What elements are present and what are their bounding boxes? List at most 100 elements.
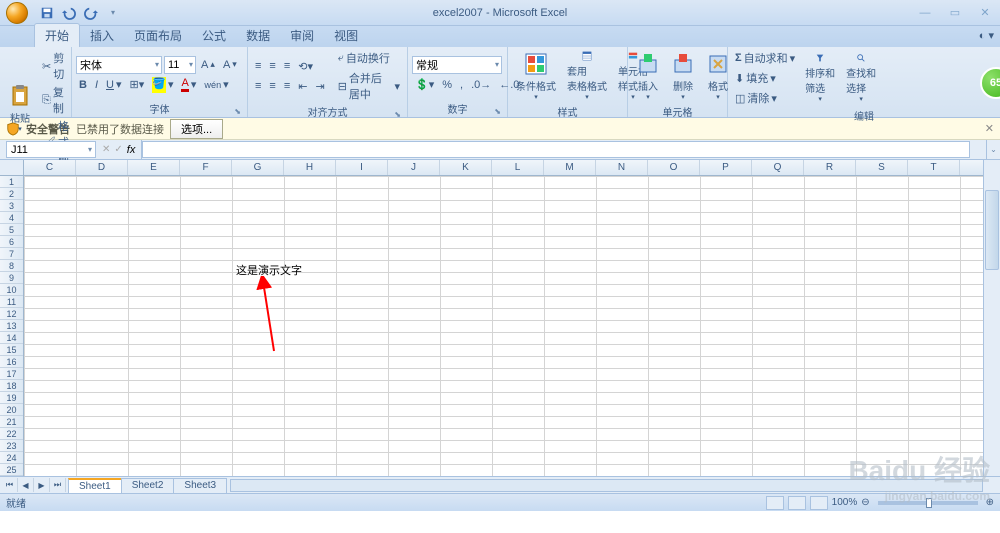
orientation-button[interactable]: ⟲▾ xyxy=(295,59,316,74)
row-header[interactable]: 19 xyxy=(0,392,23,404)
sheet-tab[interactable]: Sheet1 xyxy=(68,478,122,493)
sheet-nav-first[interactable]: ⏮ xyxy=(2,478,18,492)
percent-button[interactable]: % xyxy=(439,78,455,92)
sort-filter-button[interactable]: 排序和 筛选▾ xyxy=(801,51,839,105)
grow-font-button[interactable]: A▴ xyxy=(198,58,218,72)
column-header[interactable]: M xyxy=(544,160,596,175)
font-name-combo[interactable]: 宋体 xyxy=(76,56,162,74)
tab-review[interactable]: 审阅 xyxy=(280,24,324,47)
row-header[interactable]: 6 xyxy=(0,236,23,248)
sheet-nav-next[interactable]: ▶ xyxy=(34,478,50,492)
row-header[interactable]: 8 xyxy=(0,260,23,272)
italic-button[interactable]: I xyxy=(92,78,101,92)
underline-button[interactable]: U▾ xyxy=(103,77,124,92)
row-header[interactable]: 18 xyxy=(0,380,23,392)
conditional-format-button[interactable]: 条件格式▾ xyxy=(512,49,560,103)
increase-decimal-button[interactable]: .0→ xyxy=(468,78,494,92)
row-header[interactable]: 25 xyxy=(0,464,23,476)
font-color-button[interactable]: A▾ xyxy=(178,76,199,93)
sheet-tab[interactable]: Sheet2 xyxy=(121,478,175,493)
comma-button[interactable]: , xyxy=(457,78,466,92)
zoom-slider[interactable] xyxy=(878,501,978,505)
normal-view-button[interactable] xyxy=(766,496,784,510)
cut-button[interactable]: ✂剪切 xyxy=(39,49,72,83)
column-header[interactable]: I xyxy=(336,160,388,175)
column-header[interactable]: R xyxy=(804,160,856,175)
security-options-button[interactable]: 选项... xyxy=(170,119,223,139)
clear-button[interactable]: ◫ 清除 ▾ xyxy=(732,89,798,107)
sheet-nav-prev[interactable]: ◀ xyxy=(18,478,34,492)
save-icon[interactable] xyxy=(38,4,56,22)
bold-button[interactable]: B xyxy=(76,78,90,92)
row-header[interactable]: 22 xyxy=(0,428,23,440)
row-header[interactable]: 5 xyxy=(0,224,23,236)
border-button[interactable]: ⊞▾ xyxy=(127,77,148,92)
number-format-combo[interactable]: 常规 xyxy=(412,56,502,74)
maximize-button[interactable]: ▭ xyxy=(944,5,966,21)
row-header[interactable]: 1 xyxy=(0,176,23,188)
font-launcher[interactable]: ⬊ xyxy=(234,107,241,116)
vertical-scrollbar[interactable] xyxy=(983,160,1000,476)
zoom-in-button[interactable]: ⊕ xyxy=(986,497,994,508)
row-header[interactable]: 23 xyxy=(0,440,23,452)
page-layout-view-button[interactable] xyxy=(788,496,806,510)
tab-view[interactable]: 视图 xyxy=(324,24,368,47)
cells-area[interactable]: 这是演示文字 xyxy=(24,176,983,476)
row-header[interactable]: 9 xyxy=(0,272,23,284)
merge-center-button[interactable]: ⊟合并后居中▾ xyxy=(335,69,403,103)
fill-button[interactable]: ⬇ 填充 ▾ xyxy=(732,69,798,87)
zoom-level[interactable]: 100% xyxy=(832,497,858,508)
column-header[interactable]: G xyxy=(232,160,284,175)
tab-formulas[interactable]: 公式 xyxy=(192,24,236,47)
row-header[interactable]: 21 xyxy=(0,416,23,428)
column-header[interactable]: P xyxy=(700,160,752,175)
tab-home[interactable]: 开始 xyxy=(34,23,80,47)
enter-formula-icon[interactable]: ✓ xyxy=(114,144,122,155)
fx-icon[interactable]: fx xyxy=(127,144,136,156)
row-header[interactable]: 3 xyxy=(0,200,23,212)
currency-button[interactable]: 💲▾ xyxy=(412,77,437,92)
column-header[interactable]: H xyxy=(284,160,336,175)
column-header[interactable]: S xyxy=(856,160,908,175)
horizontal-scrollbar[interactable] xyxy=(230,479,983,492)
insert-cells-button[interactable]: 插入▾ xyxy=(632,49,664,103)
redo-icon[interactable] xyxy=(82,4,100,22)
zoom-out-button[interactable]: ⊖ xyxy=(861,497,869,508)
column-header[interactable]: D xyxy=(76,160,128,175)
autosum-button[interactable]: Σ 自动求和 ▾ xyxy=(732,49,798,67)
formula-input[interactable] xyxy=(142,141,970,158)
office-button[interactable] xyxy=(2,0,32,26)
tab-page-layout[interactable]: 页面布局 xyxy=(124,24,192,47)
select-all-corner[interactable] xyxy=(0,160,24,176)
qat-dropdown-icon[interactable]: ▾ xyxy=(104,4,122,22)
column-header[interactable]: C xyxy=(24,160,76,175)
align-center-button[interactable]: ≡ xyxy=(266,79,278,93)
sheet-tab[interactable]: Sheet3 xyxy=(173,478,227,493)
phonetic-button[interactable]: wén▾ xyxy=(201,77,231,92)
row-header[interactable]: 14 xyxy=(0,332,23,344)
indent-decrease-button[interactable]: ⇤ xyxy=(295,79,310,94)
align-launcher[interactable]: ⬊ xyxy=(394,110,401,119)
indent-increase-button[interactable]: ⇥ xyxy=(312,79,327,94)
font-size-combo[interactable]: 11 xyxy=(164,56,196,74)
page-break-view-button[interactable] xyxy=(810,496,828,510)
row-header[interactable]: 11 xyxy=(0,296,23,308)
column-header[interactable]: F xyxy=(180,160,232,175)
tab-data[interactable]: 数据 xyxy=(236,24,280,47)
align-top-button[interactable]: ≡ xyxy=(252,59,264,73)
fill-color-button[interactable]: 🪣▾ xyxy=(149,76,176,94)
column-header[interactable]: E xyxy=(128,160,180,175)
wrap-text-button[interactable]: ⤶自动换行 xyxy=(335,49,403,67)
column-header[interactable]: K xyxy=(440,160,492,175)
column-header[interactable]: O xyxy=(648,160,700,175)
minimize-button[interactable]: — xyxy=(914,5,936,21)
number-launcher[interactable]: ⬊ xyxy=(494,107,501,116)
row-header[interactable]: 13 xyxy=(0,320,23,332)
paste-button[interactable]: 粘贴▾ xyxy=(4,81,36,135)
row-header[interactable]: 15 xyxy=(0,344,23,356)
name-box[interactable]: J11 xyxy=(6,141,96,158)
column-header[interactable]: T xyxy=(908,160,960,175)
find-select-button[interactable]: 查找和 选择▾ xyxy=(842,51,880,105)
row-header[interactable]: 17 xyxy=(0,368,23,380)
align-right-button[interactable]: ≡ xyxy=(281,79,293,93)
